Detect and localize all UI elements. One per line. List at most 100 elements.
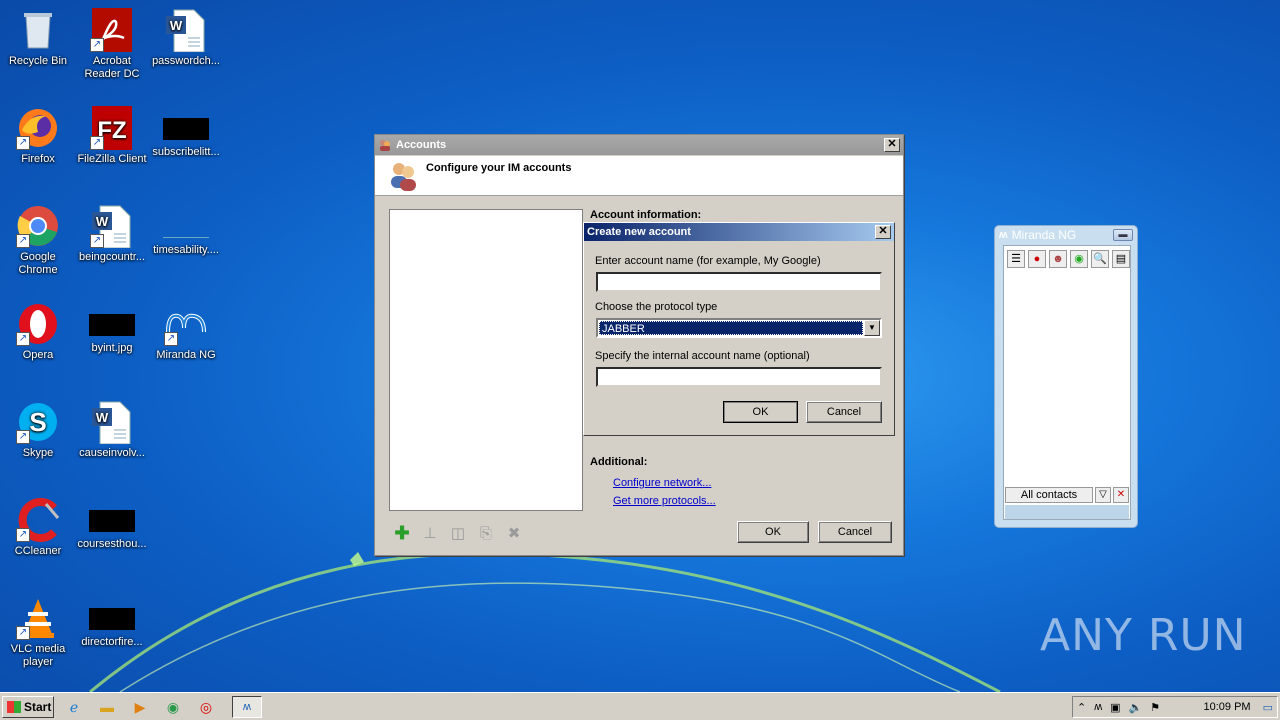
status-icon[interactable]: ● [1028, 250, 1046, 268]
find-icon[interactable]: 🔍 [1091, 250, 1109, 268]
explorer-folder-icon[interactable]: ▬ [95, 697, 119, 717]
miranda-titlebar[interactable]: ʍ Miranda NG ▬ [995, 226, 1137, 244]
desktop-icon-label: Skype [22, 447, 54, 459]
miranda-icon: ↗ [164, 302, 208, 346]
desktop-icon-subscribelitt[interactable]: subscribelitt... [148, 106, 224, 159]
start-button[interactable]: Start [2, 696, 54, 718]
ccleaner-icon: ↗ [16, 498, 60, 542]
show-desktop-icon[interactable]: ▭ [1263, 701, 1273, 714]
filezilla-icon: FZ ↗ [90, 106, 134, 150]
contact-list[interactable]: ☰ ● ☻ ◉ 🔍 ▤ All contacts ▽ ✕ [1003, 245, 1131, 520]
shortcut-arrow-icon: ↗ [90, 38, 104, 52]
create-ok-button[interactable]: OK [723, 401, 798, 423]
desktop-icon-causeinvolv[interactable]: W causeinvolv... [74, 400, 150, 460]
add-account-icon[interactable]: ✚ [393, 523, 411, 543]
internal-name-input[interactable] [596, 367, 882, 387]
internet-explorer-icon[interactable]: ℯ [62, 697, 86, 717]
filter-icon[interactable]: ▽ [1095, 487, 1111, 503]
remove-account-icon[interactable]: ✖ [505, 524, 523, 542]
chrome-icon: ↗ [16, 204, 60, 248]
accounts-header: Configure your IM accounts [375, 156, 903, 196]
miranda-taskbar-button[interactable]: ʍ [232, 696, 262, 718]
create-cancel-button[interactable]: Cancel [806, 401, 882, 423]
desktop-icon-filezilla[interactable]: FZ ↗ FileZilla Client [74, 106, 150, 166]
accounts-list[interactable] [389, 209, 583, 511]
all-contacts-button[interactable]: All contacts [1005, 487, 1093, 503]
get-more-protocols-link[interactable]: Get more protocols... [613, 495, 716, 507]
firefox-icon: ↗ [16, 106, 60, 150]
desktop-icon-label: Google Chrome [18, 251, 58, 276]
desktop-icon-ccleaner[interactable]: ↗ CCleaner [0, 498, 76, 558]
desktop-icon-recycle-bin[interactable]: Recycle Bin [0, 8, 76, 68]
options-icon[interactable]: ◫ [449, 524, 467, 542]
menu-icon[interactable]: ☰ [1007, 250, 1025, 268]
users-icon [391, 163, 416, 191]
account-name-input[interactable] [596, 272, 882, 292]
vlc-icon: ↗ [16, 596, 60, 640]
upgrade-account-icon[interactable]: ⎘ [477, 524, 495, 542]
desktop-icon-opera[interactable]: ↗ Opera [0, 302, 76, 362]
network-icon[interactable]: ▣ [1110, 701, 1120, 714]
opera-taskbar-icon[interactable]: ◎ [194, 697, 218, 717]
desktop-icon-passwordch[interactable]: W passwordch... [148, 8, 224, 68]
desktop-icon-byint[interactable]: byint.jpg [74, 302, 150, 355]
desktop-icon-chrome[interactable]: ↗ Google Chrome [0, 204, 76, 277]
desktop-icon-beingcountr[interactable]: W ↗ beingcountr... [74, 204, 150, 264]
start-label: Start [24, 700, 52, 714]
desktop-icon-vlc[interactable]: ↗ VLC media player [0, 596, 76, 669]
close-icon: ✕ [887, 138, 897, 150]
watermark-text: ANY RUN [1040, 610, 1247, 661]
shortcut-arrow-icon: ↗ [16, 234, 30, 248]
protocol-select[interactable]: JABBER ▼ [596, 318, 882, 338]
desktop-icon-label: Acrobat Reader DC [84, 55, 140, 80]
word-doc-icon: W [164, 8, 208, 53]
chrome-taskbar-icon[interactable]: ◉ [161, 697, 185, 717]
clock[interactable]: 10:09 PM [1204, 701, 1251, 713]
clear-filter-icon[interactable]: ✕ [1113, 487, 1129, 503]
desktop-icon-firefox[interactable]: ↗ Firefox [0, 106, 76, 166]
account-name-label: Enter account name (for example, My Goog… [595, 255, 821, 267]
close-button[interactable]: ✕ [875, 225, 891, 239]
accounts-toolbar: ✚ ⊥ ◫ ⎘ ✖ [393, 523, 523, 543]
online-icon[interactable]: ◉ [1070, 250, 1088, 268]
desktop-icon-label: Miranda NG [156, 349, 216, 361]
acrobat-icon: ↗ [90, 8, 134, 52]
desktop-icon-label: causeinvolv... [79, 447, 145, 459]
miranda-status-bar[interactable] [1005, 505, 1129, 519]
volume-icon[interactable]: 🔈 [1129, 701, 1143, 714]
accounts-cancel-button[interactable]: Cancel [818, 521, 892, 543]
svg-text:W: W [170, 18, 183, 33]
shortcut-arrow-icon: ↗ [16, 430, 30, 444]
create-account-titlebar[interactable]: Create new account ✕ [584, 223, 894, 241]
svg-text:W: W [96, 214, 109, 229]
accounts-ok-button[interactable]: OK [737, 521, 809, 543]
shortcut-arrow-icon: ↗ [90, 136, 104, 150]
svg-text:S: S [29, 407, 46, 437]
configure-network-link[interactable]: Configure network... [613, 477, 711, 489]
desktop-icon-timesability[interactable]: timesability.... [148, 204, 224, 257]
desktop-icon-label: FileZilla Client [77, 153, 147, 165]
desktop-icon-acrobat[interactable]: ↗ Acrobat Reader DC [74, 8, 150, 81]
windows-logo-icon [7, 701, 21, 713]
dropdown-arrow-icon[interactable]: ▼ [864, 320, 880, 336]
opera-icon: ↗ [16, 302, 60, 346]
desktop-icon-directorfire[interactable]: directorfire... [74, 596, 150, 649]
show-hidden-icons-icon[interactable]: ⌃ [1077, 701, 1086, 714]
media-player-icon[interactable]: ▶ [128, 697, 152, 717]
accounts-header-text: Configure your IM accounts [426, 162, 572, 174]
desktop-icon-coursesthou[interactable]: coursesthou... [74, 498, 150, 551]
shortcut-arrow-icon: ↗ [16, 332, 30, 346]
edit-account-icon[interactable]: ⊥ [421, 524, 439, 542]
desktop-icon-label: subscribelitt... [152, 146, 220, 158]
minimize-button[interactable]: ▬ [1113, 229, 1133, 241]
close-button[interactable]: ✕ [884, 138, 900, 152]
desktop-icon-skype[interactable]: S ↗ Skype [0, 400, 76, 460]
accounts-icon[interactable]: ☻ [1049, 250, 1067, 268]
accounts-titlebar[interactable]: Accounts ✕ [375, 135, 903, 155]
options-icon[interactable]: ▤ [1112, 250, 1130, 268]
quick-launch: ℯ ▬ ▶ ◉ ◎ [62, 697, 218, 717]
action-center-flag-icon[interactable]: ⚑ [1150, 701, 1160, 714]
miranda-tray-icon[interactable]: ʍ [1094, 701, 1102, 713]
miranda-window: ʍ Miranda NG ▬ ☰ ● ☻ ◉ 🔍 ▤ All contacts … [994, 225, 1138, 528]
desktop-icon-miranda-ng[interactable]: ↗ Miranda NG [148, 302, 224, 362]
